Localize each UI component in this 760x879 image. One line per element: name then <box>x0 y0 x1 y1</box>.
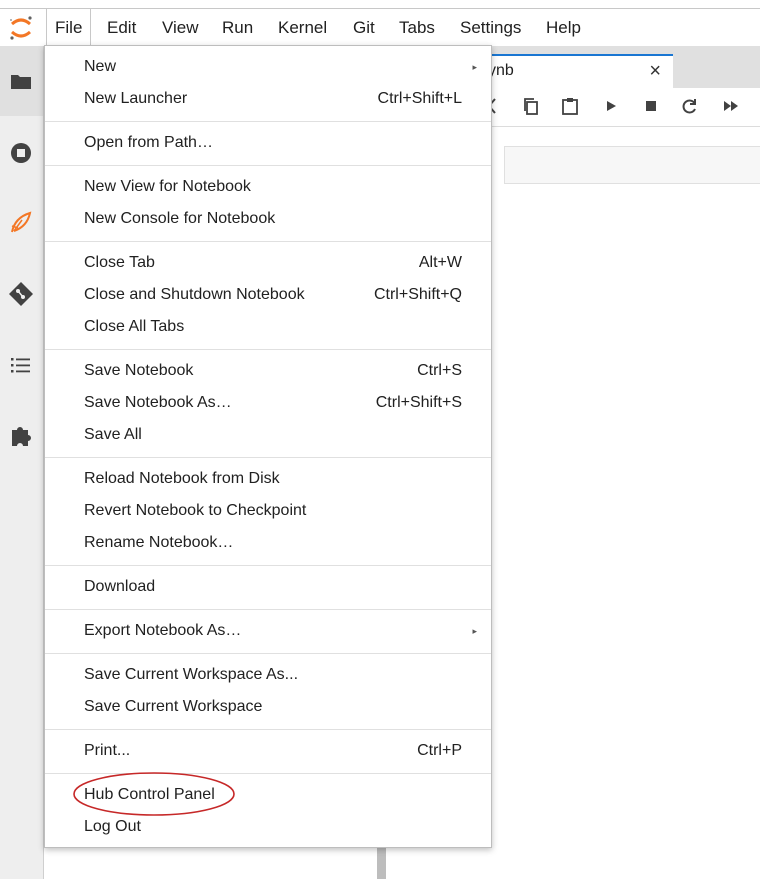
menu-item-label: Save Notebook <box>84 362 194 379</box>
run-icon[interactable] <box>601 96 621 116</box>
menu-separator <box>45 773 491 774</box>
paste-icon[interactable] <box>560 96 580 116</box>
menu-item-close-tab[interactable]: Close Tab Alt+W <box>45 247 491 279</box>
menu-item-new-view-for-notebook[interactable]: New View for Notebook <box>45 171 491 203</box>
running-sessions-icon[interactable] <box>8 140 34 166</box>
menu-item-new[interactable]: New ▸ <box>45 51 491 83</box>
submenu-arrow-icon: ▸ <box>472 62 477 72</box>
menu-item-save-current-workspace[interactable]: Save Current Workspace <box>45 691 491 723</box>
menu-item-label: Save Current Workspace As... <box>84 666 299 683</box>
menu-view[interactable]: View <box>154 9 207 46</box>
menu-kernel[interactable]: Kernel <box>270 9 335 46</box>
menu-item-save-all[interactable]: Save All <box>45 419 491 451</box>
menu-item-label: Close All Tabs <box>84 318 185 335</box>
menu-item-close-and-shutdown-notebook[interactable]: Close and Shutdown Notebook Ctrl+Shift+Q <box>45 279 491 311</box>
menu-item-download[interactable]: Download <box>45 571 491 603</box>
table-of-contents-icon[interactable] <box>8 352 34 378</box>
menu-item-label: Save All <box>84 426 142 443</box>
menu-item-new-launcher[interactable]: New Launcher Ctrl+Shift+L <box>45 83 491 115</box>
close-icon[interactable]: × <box>649 60 661 83</box>
menu-separator <box>45 609 491 610</box>
menu-item-label: New <box>84 58 117 75</box>
menu-help[interactable]: Help <box>538 9 589 46</box>
menu-item-label: New View for Notebook <box>84 178 251 195</box>
window-top-edge <box>0 0 760 9</box>
menu-separator <box>45 121 491 122</box>
menu-separator <box>45 653 491 654</box>
menu-item-label: Save Current Workspace <box>84 698 263 715</box>
menu-item-label: New Console for Notebook <box>84 210 276 227</box>
left-sidebar <box>0 46 44 879</box>
menu-separator <box>45 241 491 242</box>
menu-item-save-current-workspace-as[interactable]: Save Current Workspace As... <box>45 659 491 691</box>
menu-item-log-out[interactable]: Log Out <box>45 811 491 843</box>
folder-icon[interactable] <box>8 68 34 94</box>
menu-item-shortcut: Ctrl+P <box>417 742 462 759</box>
panel-scrollbar[interactable] <box>377 845 386 879</box>
menu-item-label: Rename Notebook… <box>84 534 234 551</box>
menu-run[interactable]: Run <box>214 9 261 46</box>
menu-item-print[interactable]: Print... Ctrl+P <box>45 735 491 767</box>
menu-git[interactable]: Git <box>345 9 383 46</box>
menu-separator <box>45 729 491 730</box>
menu-item-label: Export Notebook As… <box>84 622 242 639</box>
copy-icon[interactable] <box>521 96 541 116</box>
menu-item-shortcut: Alt+W <box>418 254 462 271</box>
menubar: File Edit View Run Kernel Git Tabs Setti… <box>0 9 760 47</box>
menu-item-label: Open from Path… <box>84 134 213 151</box>
menu-item-label: Log Out <box>84 818 141 835</box>
menu-item-label: Download <box>84 578 156 595</box>
menu-item-shortcut: Ctrl+Shift+L <box>377 90 462 107</box>
jupyter-logo-icon <box>10 16 32 40</box>
menu-item-label: Close and Shutdown Notebook <box>84 286 305 303</box>
code-cell-input[interactable] <box>504 146 760 184</box>
menu-item-new-console-for-notebook[interactable]: New Console for Notebook <box>45 203 491 235</box>
submenu-arrow-icon: ▸ <box>472 626 477 636</box>
menu-tabs[interactable]: Tabs <box>391 9 443 46</box>
menu-settings[interactable]: Settings <box>452 9 529 46</box>
menu-edit[interactable]: Edit <box>99 9 144 46</box>
menu-separator <box>45 565 491 566</box>
menu-item-shortcut: Ctrl+Shift+Q <box>373 286 462 303</box>
menu-item-close-all-tabs[interactable]: Close All Tabs <box>45 311 491 343</box>
git-icon[interactable] <box>8 281 34 307</box>
fast-forward-icon[interactable] <box>721 96 741 116</box>
menu-item-label: Reload Notebook from Disk <box>84 470 280 487</box>
menu-item-reload-notebook-from-disk[interactable]: Reload Notebook from Disk <box>45 463 491 495</box>
file-menu-dropdown: New ▸ New Launcher Ctrl+Shift+L Open fro… <box>44 45 492 848</box>
menu-item-save-notebook[interactable]: Save Notebook Ctrl+S <box>45 355 491 387</box>
menu-item-shortcut: Ctrl+S <box>417 362 462 379</box>
sidebar-app-icon[interactable] <box>8 210 34 236</box>
menu-item-shortcut: Ctrl+Shift+S <box>375 394 462 411</box>
menu-item-label: New Launcher <box>84 90 188 107</box>
menu-item-label: Close Tab <box>84 254 155 271</box>
menu-item-open-from-path[interactable]: Open from Path… <box>45 127 491 159</box>
menu-separator <box>45 349 491 350</box>
menu-item-label: Hub Control Panel <box>84 786 215 803</box>
menu-separator <box>45 457 491 458</box>
menu-item-label: Save Notebook As… <box>84 394 232 411</box>
extension-icon[interactable] <box>8 422 34 448</box>
menu-item-revert-notebook-to-checkpoint[interactable]: Revert Notebook to Checkpoint <box>45 495 491 527</box>
menu-item-label: Print... <box>84 742 131 759</box>
menu-file[interactable]: File <box>46 9 92 47</box>
menu-separator <box>45 165 491 166</box>
stop-icon[interactable] <box>641 96 661 116</box>
menu-item-save-notebook-as[interactable]: Save Notebook As… Ctrl+Shift+S <box>45 387 491 419</box>
menu-item-label: Revert Notebook to Checkpoint <box>84 502 307 519</box>
menu-item-hub-control-panel[interactable]: Hub Control Panel <box>45 779 491 811</box>
menu-item-export-notebook-as[interactable]: Export Notebook As… ▸ <box>45 615 491 647</box>
menu-item-rename-notebook[interactable]: Rename Notebook… <box>45 527 491 559</box>
restart-icon[interactable] <box>680 96 700 116</box>
